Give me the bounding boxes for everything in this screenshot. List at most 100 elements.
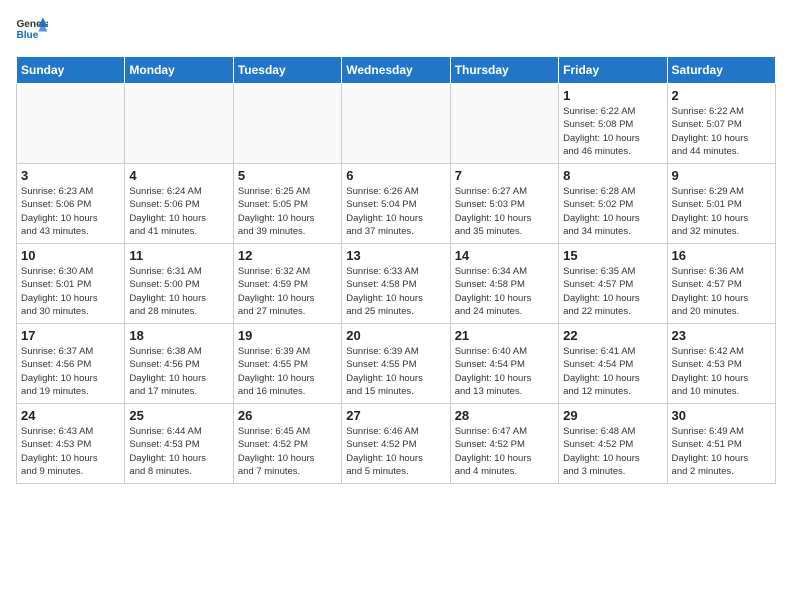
day-number: 8 (563, 168, 662, 183)
day-info: Sunrise: 6:34 AM Sunset: 4:58 PM Dayligh… (455, 265, 554, 318)
day-number: 4 (129, 168, 228, 183)
day-number: 29 (563, 408, 662, 423)
day-number: 15 (563, 248, 662, 263)
day-number: 30 (672, 408, 771, 423)
day-cell: 1 Sunrise: 6:22 AM Sunset: 5:08 PM Daylig… (559, 84, 667, 164)
day-number: 17 (21, 328, 120, 343)
col-header-wednesday: Wednesday (342, 57, 450, 84)
day-number: 6 (346, 168, 445, 183)
day-cell (17, 84, 125, 164)
day-info: Sunrise: 6:42 AM Sunset: 4:53 PM Dayligh… (672, 345, 771, 398)
day-cell: 10 Sunrise: 6:30 AM Sunset: 5:01 PM Dayli… (17, 244, 125, 324)
day-info: Sunrise: 6:30 AM Sunset: 5:01 PM Dayligh… (21, 265, 120, 318)
day-info: Sunrise: 6:32 AM Sunset: 4:59 PM Dayligh… (238, 265, 337, 318)
day-info: Sunrise: 6:38 AM Sunset: 4:56 PM Dayligh… (129, 345, 228, 398)
day-info: Sunrise: 6:39 AM Sunset: 4:55 PM Dayligh… (238, 345, 337, 398)
day-number: 16 (672, 248, 771, 263)
day-number: 12 (238, 248, 337, 263)
day-info: Sunrise: 6:37 AM Sunset: 4:56 PM Dayligh… (21, 345, 120, 398)
day-number: 24 (21, 408, 120, 423)
logo-icon: General Blue (16, 16, 48, 44)
week-row-1: 1 Sunrise: 6:22 AM Sunset: 5:08 PM Daylig… (17, 84, 776, 164)
day-number: 11 (129, 248, 228, 263)
day-info: Sunrise: 6:29 AM Sunset: 5:01 PM Dayligh… (672, 185, 771, 238)
day-cell (342, 84, 450, 164)
day-number: 13 (346, 248, 445, 263)
day-cell: 25 Sunrise: 6:44 AM Sunset: 4:53 PM Dayli… (125, 404, 233, 484)
day-number: 28 (455, 408, 554, 423)
day-number: 20 (346, 328, 445, 343)
day-cell (450, 84, 558, 164)
col-header-sunday: Sunday (17, 57, 125, 84)
header: General Blue (16, 16, 776, 44)
day-cell: 2Sunrise: 6:22 AM Sunset: 5:07 PM Daylig… (667, 84, 775, 164)
day-cell: 4 Sunrise: 6:24 AM Sunset: 5:06 PM Daylig… (125, 164, 233, 244)
day-info: Sunrise: 6:27 AM Sunset: 5:03 PM Dayligh… (455, 185, 554, 238)
day-number: 1 (563, 88, 662, 103)
day-cell: 26 Sunrise: 6:45 AM Sunset: 4:52 PM Dayli… (233, 404, 341, 484)
day-info: Sunrise: 6:44 AM Sunset: 4:53 PM Dayligh… (129, 425, 228, 478)
day-info: Sunrise: 6:45 AM Sunset: 4:52 PM Dayligh… (238, 425, 337, 478)
day-cell: 5 Sunrise: 6:25 AM Sunset: 5:05 PM Daylig… (233, 164, 341, 244)
day-info: Sunrise: 6:40 AM Sunset: 4:54 PM Dayligh… (455, 345, 554, 398)
day-number: 3 (21, 168, 120, 183)
day-info: Sunrise: 6:28 AM Sunset: 5:02 PM Dayligh… (563, 185, 662, 238)
col-header-monday: Monday (125, 57, 233, 84)
day-info: Sunrise: 6:25 AM Sunset: 5:05 PM Dayligh… (238, 185, 337, 238)
day-cell: 17 Sunrise: 6:37 AM Sunset: 4:56 PM Dayli… (17, 324, 125, 404)
day-cell: 28 Sunrise: 6:47 AM Sunset: 4:52 PM Dayli… (450, 404, 558, 484)
day-number: 26 (238, 408, 337, 423)
day-number: 2 (672, 88, 771, 103)
day-cell: 12 Sunrise: 6:32 AM Sunset: 4:59 PM Dayli… (233, 244, 341, 324)
day-number: 10 (21, 248, 120, 263)
day-number: 23 (672, 328, 771, 343)
day-cell: 27 Sunrise: 6:46 AM Sunset: 4:52 PM Dayli… (342, 404, 450, 484)
day-info: Sunrise: 6:39 AM Sunset: 4:55 PM Dayligh… (346, 345, 445, 398)
day-info: Sunrise: 6:41 AM Sunset: 4:54 PM Dayligh… (563, 345, 662, 398)
day-number: 5 (238, 168, 337, 183)
day-number: 19 (238, 328, 337, 343)
day-info: Sunrise: 6:23 AM Sunset: 5:06 PM Dayligh… (21, 185, 120, 238)
day-number: 21 (455, 328, 554, 343)
week-row-3: 10 Sunrise: 6:30 AM Sunset: 5:01 PM Dayli… (17, 244, 776, 324)
svg-text:Blue: Blue (16, 30, 38, 41)
day-info: Sunrise: 6:35 AM Sunset: 4:57 PM Dayligh… (563, 265, 662, 318)
day-cell: 15 Sunrise: 6:35 AM Sunset: 4:57 PM Dayli… (559, 244, 667, 324)
day-number: 22 (563, 328, 662, 343)
day-info: Sunrise: 6:31 AM Sunset: 5:00 PM Dayligh… (129, 265, 228, 318)
calendar-table: SundayMondayTuesdayWednesdayThursdayFrid… (16, 56, 776, 484)
day-info: Sunrise: 6:47 AM Sunset: 4:52 PM Dayligh… (455, 425, 554, 478)
day-number: 9 (672, 168, 771, 183)
day-cell: 16Sunrise: 6:36 AM Sunset: 4:57 PM Dayli… (667, 244, 775, 324)
week-row-4: 17 Sunrise: 6:37 AM Sunset: 4:56 PM Dayli… (17, 324, 776, 404)
day-cell: 8 Sunrise: 6:28 AM Sunset: 5:02 PM Daylig… (559, 164, 667, 244)
day-info: Sunrise: 6:43 AM Sunset: 4:53 PM Dayligh… (21, 425, 120, 478)
day-cell (233, 84, 341, 164)
day-cell: 23 Sunrise: 6:42 AM Sunset: 4:53 PM Dayli… (667, 324, 775, 404)
col-header-friday: Friday (559, 57, 667, 84)
week-row-2: 3 Sunrise: 6:23 AM Sunset: 5:06 PM Daylig… (17, 164, 776, 244)
day-info: Sunrise: 6:49 AM Sunset: 4:51 PM Dayligh… (672, 425, 771, 478)
day-cell: 9 Sunrise: 6:29 AM Sunset: 5:01 PM Daylig… (667, 164, 775, 244)
day-info: Sunrise: 6:24 AM Sunset: 5:06 PM Dayligh… (129, 185, 228, 238)
day-number: 7 (455, 168, 554, 183)
day-cell: 21 Sunrise: 6:40 AM Sunset: 4:54 PM Dayli… (450, 324, 558, 404)
day-cell: 22 Sunrise: 6:41 AM Sunset: 4:54 PM Dayli… (559, 324, 667, 404)
day-cell: 7 Sunrise: 6:27 AM Sunset: 5:03 PM Daylig… (450, 164, 558, 244)
day-info: Sunrise: 6:26 AM Sunset: 5:04 PM Dayligh… (346, 185, 445, 238)
day-cell: 24 Sunrise: 6:43 AM Sunset: 4:53 PM Dayli… (17, 404, 125, 484)
header-row: SundayMondayTuesdayWednesdayThursdayFrid… (17, 57, 776, 84)
day-info: Sunrise: 6:46 AM Sunset: 4:52 PM Dayligh… (346, 425, 445, 478)
day-cell: 30 Sunrise: 6:49 AM Sunset: 4:51 PM Dayli… (667, 404, 775, 484)
day-info: Sunrise: 6:33 AM Sunset: 4:58 PM Dayligh… (346, 265, 445, 318)
day-number: 25 (129, 408, 228, 423)
day-cell: 6 Sunrise: 6:26 AM Sunset: 5:04 PM Daylig… (342, 164, 450, 244)
day-cell: 18Sunrise: 6:38 AM Sunset: 4:56 PM Dayli… (125, 324, 233, 404)
logo: General Blue (16, 16, 48, 44)
day-number: 27 (346, 408, 445, 423)
week-row-5: 24 Sunrise: 6:43 AM Sunset: 4:53 PM Dayli… (17, 404, 776, 484)
day-cell (125, 84, 233, 164)
day-cell: 3 Sunrise: 6:23 AM Sunset: 5:06 PM Daylig… (17, 164, 125, 244)
day-cell: 29Sunrise: 6:48 AM Sunset: 4:52 PM Dayli… (559, 404, 667, 484)
day-info: Sunrise: 6:22 AM Sunset: 5:08 PM Dayligh… (563, 105, 662, 158)
